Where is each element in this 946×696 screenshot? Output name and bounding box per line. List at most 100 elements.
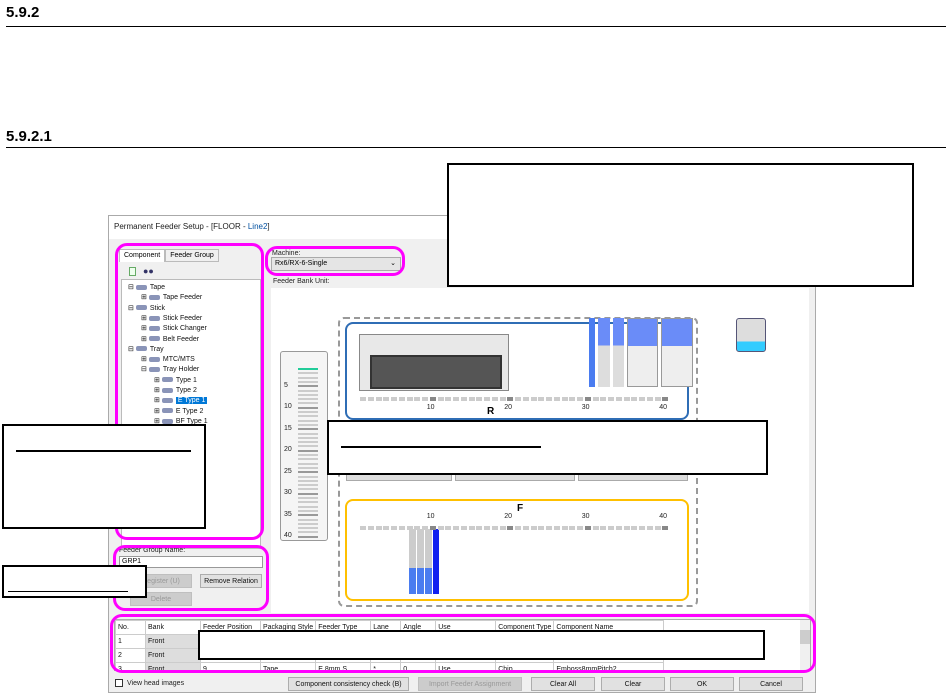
feeder-slot[interactable] xyxy=(484,397,490,401)
feeder-slot[interactable] xyxy=(577,526,583,530)
feeder-slot[interactable] xyxy=(491,397,498,401)
feeder-slot[interactable] xyxy=(522,526,529,530)
feeder-slot[interactable] xyxy=(460,397,467,401)
feeder-slot[interactable] xyxy=(530,526,537,530)
feeder-slot[interactable] xyxy=(383,397,390,401)
feeder[interactable] xyxy=(409,529,416,594)
feeder-slot[interactable] xyxy=(398,397,405,401)
feeder-slot[interactable] xyxy=(429,397,436,401)
ruler-slot xyxy=(298,385,318,388)
feeder[interactable] xyxy=(612,318,624,387)
clear-button[interactable]: Clear xyxy=(601,677,665,691)
feeder-slot[interactable] xyxy=(406,526,413,530)
feeder-slot[interactable] xyxy=(476,397,483,401)
feeder-slot[interactable] xyxy=(491,526,498,530)
feeder-slot[interactable] xyxy=(398,526,405,530)
feeder-slot[interactable] xyxy=(360,397,366,401)
feeder-slot[interactable] xyxy=(453,526,459,530)
component-consistency-check-button[interactable]: Component consistency check (B) xyxy=(288,677,409,691)
feeder[interactable] xyxy=(661,318,693,387)
feeder-slot[interactable] xyxy=(429,526,436,530)
view-head-images-checkbox[interactable] xyxy=(115,679,123,687)
feeder[interactable] xyxy=(626,318,659,387)
feeder-slot[interactable] xyxy=(577,397,583,401)
feeder-slot[interactable] xyxy=(615,397,622,401)
feeder-slot[interactable] xyxy=(507,526,514,530)
feeder-slot[interactable] xyxy=(546,397,552,401)
feeder-slot[interactable] xyxy=(422,526,428,530)
feeder-slot[interactable] xyxy=(538,526,545,530)
feeder[interactable] xyxy=(589,318,596,387)
feeder-slot[interactable] xyxy=(507,397,514,401)
feeder-slot[interactable] xyxy=(569,526,576,530)
feeder-slot[interactable] xyxy=(445,397,452,401)
feeder-slot[interactable] xyxy=(499,526,506,530)
cancel-button[interactable]: Cancel xyxy=(739,677,803,691)
feeder-slot[interactable] xyxy=(662,397,669,401)
feeder-slot[interactable] xyxy=(592,397,599,401)
feeder-slot[interactable] xyxy=(584,397,591,401)
feeder-slot[interactable] xyxy=(553,397,560,401)
feeder-slot[interactable] xyxy=(623,397,630,401)
feeder-slot[interactable] xyxy=(600,526,607,530)
feeder-slot[interactable] xyxy=(375,526,382,530)
feeder-slot[interactable] xyxy=(499,397,506,401)
feeder-slot[interactable] xyxy=(631,397,638,401)
feeder-slot[interactable] xyxy=(437,526,444,530)
feeder-slot[interactable] xyxy=(546,526,552,530)
feeder-slot[interactable] xyxy=(646,397,653,401)
feeder-slot[interactable] xyxy=(623,526,630,530)
feeder-slot[interactable] xyxy=(600,397,607,401)
front-bank[interactable]: F 10 20 30 40 xyxy=(345,499,689,601)
feeder-slot[interactable] xyxy=(391,397,397,401)
import-feeder-assignment-button[interactable]: Import Feeder Assignment xyxy=(418,677,522,691)
feeder-slot[interactable] xyxy=(437,397,444,401)
feeder-slot[interactable] xyxy=(646,526,653,530)
feeder-slot[interactable] xyxy=(422,397,428,401)
feeder-slot[interactable] xyxy=(561,526,568,530)
feeder-slot[interactable] xyxy=(375,397,382,401)
feeder-slot[interactable] xyxy=(367,526,374,530)
feeder[interactable] xyxy=(425,529,432,594)
feeder-slot[interactable] xyxy=(530,397,537,401)
feeder-slot[interactable] xyxy=(360,526,366,530)
selected-feeder[interactable] xyxy=(433,529,439,594)
feeder[interactable] xyxy=(598,318,610,387)
feeder-slot[interactable] xyxy=(367,397,374,401)
feeder[interactable] xyxy=(417,529,424,594)
feeder-slot[interactable] xyxy=(484,526,490,530)
feeder-slot[interactable] xyxy=(584,526,591,530)
feeder-slot[interactable] xyxy=(608,397,614,401)
ok-button[interactable]: OK xyxy=(670,677,734,691)
feeder-slot[interactable] xyxy=(453,397,459,401)
feeder-slot[interactable] xyxy=(476,526,483,530)
feeder-slot[interactable] xyxy=(592,526,599,530)
feeder-slot[interactable] xyxy=(615,526,622,530)
feeder-slot[interactable] xyxy=(406,397,413,401)
feeder-slot[interactable] xyxy=(414,397,421,401)
feeder-slot[interactable] xyxy=(631,526,638,530)
feeder-slot[interactable] xyxy=(654,526,661,530)
feeder-slot[interactable] xyxy=(662,526,669,530)
feeder-slot[interactable] xyxy=(654,397,661,401)
feeder-slot[interactable] xyxy=(383,526,390,530)
feeder-slot[interactable] xyxy=(522,397,529,401)
feeder-slot[interactable] xyxy=(468,397,475,401)
feeder-slot[interactable] xyxy=(639,397,645,401)
feeder-slot[interactable] xyxy=(414,526,421,530)
rear-bank[interactable]: R 10 20 30 40 xyxy=(345,318,693,420)
feeder-slot[interactable] xyxy=(553,526,560,530)
feeder-slot[interactable] xyxy=(569,397,576,401)
feeder-slot[interactable] xyxy=(468,526,475,530)
feeder-slot[interactable] xyxy=(460,526,467,530)
feeder-slot[interactable] xyxy=(639,526,645,530)
feeder-slot[interactable] xyxy=(608,526,614,530)
clear-all-button[interactable]: Clear All xyxy=(531,677,595,691)
feeder-slot[interactable] xyxy=(515,526,521,530)
feeder-slot[interactable] xyxy=(515,397,521,401)
feeder-slot[interactable] xyxy=(445,526,452,530)
feeder-slot[interactable] xyxy=(538,397,545,401)
ruler-slot xyxy=(298,393,318,396)
feeder-slot[interactable] xyxy=(561,397,568,401)
feeder-slot[interactable] xyxy=(391,526,397,530)
